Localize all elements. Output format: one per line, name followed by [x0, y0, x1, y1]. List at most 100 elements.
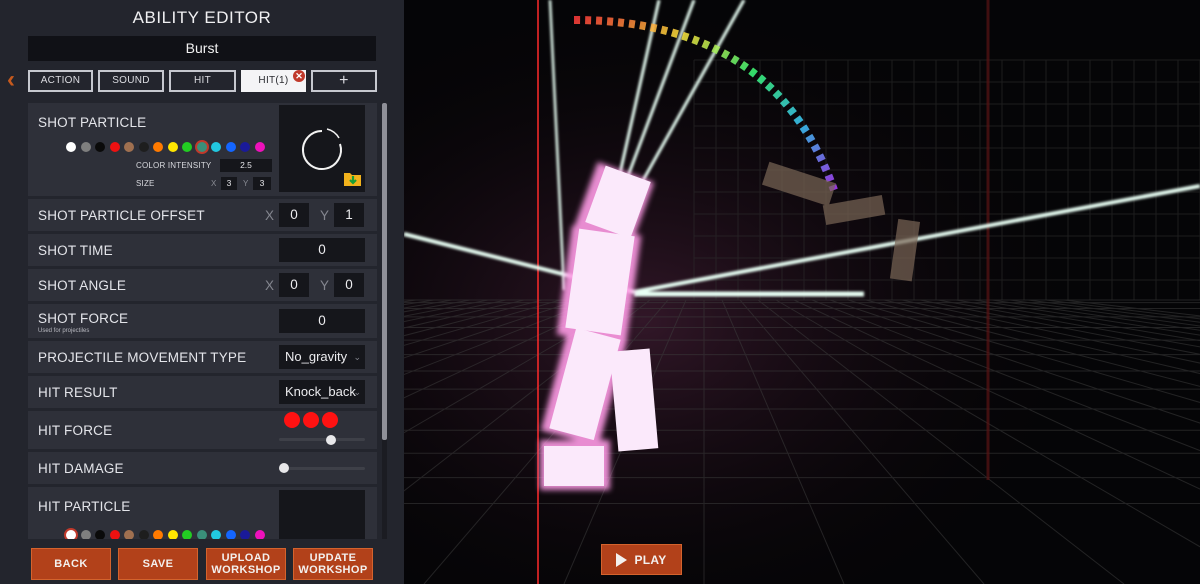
- shot-force-hint: Used for projectiles: [38, 328, 90, 334]
- size-y-field[interactable]: 3: [253, 177, 271, 190]
- size-label: SIZE: [136, 179, 155, 188]
- color-swatch[interactable]: [254, 530, 265, 539]
- projectile-movement-row: PROJECTILE MOVEMENT TYPE No_gravity ⌄: [28, 341, 377, 373]
- color-swatch[interactable]: [153, 530, 163, 539]
- color-swatch[interactable]: [95, 530, 105, 539]
- offset-x-field[interactable]: 0: [279, 203, 309, 227]
- shot-time-field[interactable]: 0: [279, 238, 365, 262]
- back-button[interactable]: BACK: [31, 548, 111, 580]
- hit-force-dot: [322, 412, 338, 428]
- angle-x-axis: X: [265, 278, 275, 293]
- color-swatch[interactable]: [109, 530, 120, 539]
- shot-time-label: SHOT TIME: [38, 243, 113, 258]
- close-icon[interactable]: ✕: [293, 70, 305, 82]
- color-swatch[interactable]: [211, 530, 221, 539]
- color-swatch[interactable]: [153, 142, 163, 152]
- scrollbar-thumb[interactable]: [382, 103, 387, 440]
- hit-force-label: HIT FORCE: [38, 423, 113, 438]
- color-swatch[interactable]: [240, 142, 250, 152]
- play-button[interactable]: PLAY: [601, 544, 682, 575]
- size-x-axis: X: [211, 179, 217, 188]
- shot-particle-offset-label: SHOT PARTICLE OFFSET: [38, 208, 205, 223]
- color-swatch[interactable]: [254, 142, 265, 152]
- color-swatch[interactable]: [124, 530, 134, 539]
- hit-particle-row: HIT PARTICLE: [28, 487, 377, 539]
- color-swatch[interactable]: [109, 142, 120, 152]
- hit-force-slider[interactable]: [279, 438, 365, 441]
- hit-damage-row: HIT DAMAGE: [28, 452, 377, 484]
- color-swatch[interactable]: [182, 530, 192, 539]
- angle-y-axis: Y: [320, 278, 330, 293]
- shot-force-field[interactable]: 0: [279, 309, 365, 333]
- hit-damage-slider-knob[interactable]: [279, 463, 289, 473]
- save-button[interactable]: SAVE: [118, 548, 198, 580]
- size-y-axis: Y: [243, 179, 249, 188]
- tab-action[interactable]: ACTION: [28, 70, 93, 92]
- hit-force-slider-knob[interactable]: [326, 435, 337, 445]
- editor-title: ABILITY EDITOR: [132, 8, 272, 27]
- shot-force-row: SHOT FORCE Used for projectiles 0: [28, 304, 377, 338]
- hit-damage-slider[interactable]: [279, 467, 365, 470]
- color-swatch[interactable]: [196, 530, 207, 539]
- color-swatch[interactable]: [124, 142, 134, 152]
- projectile-movement-value: No_gravity: [285, 349, 348, 364]
- hit-force-dot: [284, 412, 300, 428]
- settings-list: SHOT PARTICLE COLOR INTENSITY 2.5 SIZE X…: [28, 103, 377, 539]
- projectile-movement-dropdown[interactable]: No_gravity ⌄: [279, 345, 365, 369]
- shot-time-row: SHOT TIME 0: [28, 234, 377, 266]
- hit-particle-label: HIT PARTICLE: [38, 499, 131, 514]
- color-swatch[interactable]: [240, 530, 250, 539]
- shot-particle-label: SHOT PARTICLE: [38, 115, 147, 130]
- color-swatch[interactable]: [182, 142, 192, 152]
- game-viewport[interactable]: PLAY: [404, 0, 1200, 584]
- tab-hit[interactable]: HIT: [169, 70, 236, 92]
- offset-x-axis: X: [265, 208, 275, 223]
- shot-particle-row: SHOT PARTICLE COLOR INTENSITY 2.5 SIZE X…: [28, 103, 377, 196]
- hit-result-label: HIT RESULT: [38, 385, 118, 400]
- size-x-field[interactable]: 3: [221, 177, 237, 190]
- color-swatch[interactable]: [66, 142, 76, 152]
- color-swatch[interactable]: [196, 142, 207, 152]
- update-workshop-button[interactable]: UPDATE WORKSHOP: [293, 548, 373, 580]
- color-swatch[interactable]: [138, 142, 149, 152]
- color-swatch[interactable]: [211, 142, 221, 152]
- shot-angle-label: SHOT ANGLE: [38, 278, 127, 293]
- shot-angle-row: SHOT ANGLE X 0 Y 0: [28, 269, 377, 301]
- tab-sound[interactable]: SOUND: [98, 70, 164, 92]
- hit-force-row: HIT FORCE: [28, 411, 377, 449]
- chevron-left-icon[interactable]: ‹: [7, 68, 25, 92]
- offset-y-axis: Y: [320, 208, 330, 223]
- folder-download-icon[interactable]: [343, 170, 363, 188]
- hit-result-value: Knock_back: [285, 384, 356, 399]
- hit-result-row: HIT RESULT Knock_back ⌄: [28, 376, 377, 408]
- color-swatch[interactable]: [80, 530, 91, 539]
- upload-workshop-button[interactable]: UPLOAD WORKSHOP: [206, 548, 286, 580]
- color-swatch[interactable]: [95, 142, 105, 152]
- color-swatch[interactable]: [167, 142, 178, 152]
- color-swatch[interactable]: [225, 142, 236, 152]
- hit-particle-preview[interactable]: [279, 490, 365, 539]
- angle-y-field[interactable]: 0: [334, 273, 364, 297]
- color-swatch[interactable]: [167, 530, 178, 539]
- hit-damage-label: HIT DAMAGE: [38, 461, 124, 476]
- projectile-movement-label: PROJECTILE MOVEMENT TYPE: [38, 350, 247, 365]
- chevron-down-icon: ⌄: [353, 387, 361, 397]
- shot-particle-offset-row: SHOT PARTICLE OFFSET X 0 Y 1: [28, 199, 377, 231]
- play-icon: [616, 552, 628, 567]
- neon-scene: [404, 0, 1200, 584]
- color-intensity-label: COLOR INTENSITY: [136, 161, 212, 170]
- color-swatch[interactable]: [138, 530, 149, 539]
- shot-particle-preview[interactable]: [279, 105, 365, 192]
- tab-add-button[interactable]: +: [311, 70, 377, 92]
- ability-name-field[interactable]: Burst: [28, 36, 376, 61]
- color-swatch[interactable]: [80, 142, 91, 152]
- shot-force-label: SHOT FORCE: [38, 311, 129, 326]
- hit-force-dot: [303, 412, 319, 428]
- color-intensity-field[interactable]: 2.5: [220, 159, 272, 172]
- ability-editor-panel: ABILITY EDITOR Burst ‹ ACTION SOUND HIT …: [0, 0, 404, 584]
- offset-y-field[interactable]: 1: [334, 203, 364, 227]
- hit-result-dropdown[interactable]: Knock_back ⌄: [279, 380, 365, 404]
- angle-x-field[interactable]: 0: [279, 273, 309, 297]
- color-swatch[interactable]: [66, 530, 76, 539]
- color-swatch[interactable]: [225, 530, 236, 539]
